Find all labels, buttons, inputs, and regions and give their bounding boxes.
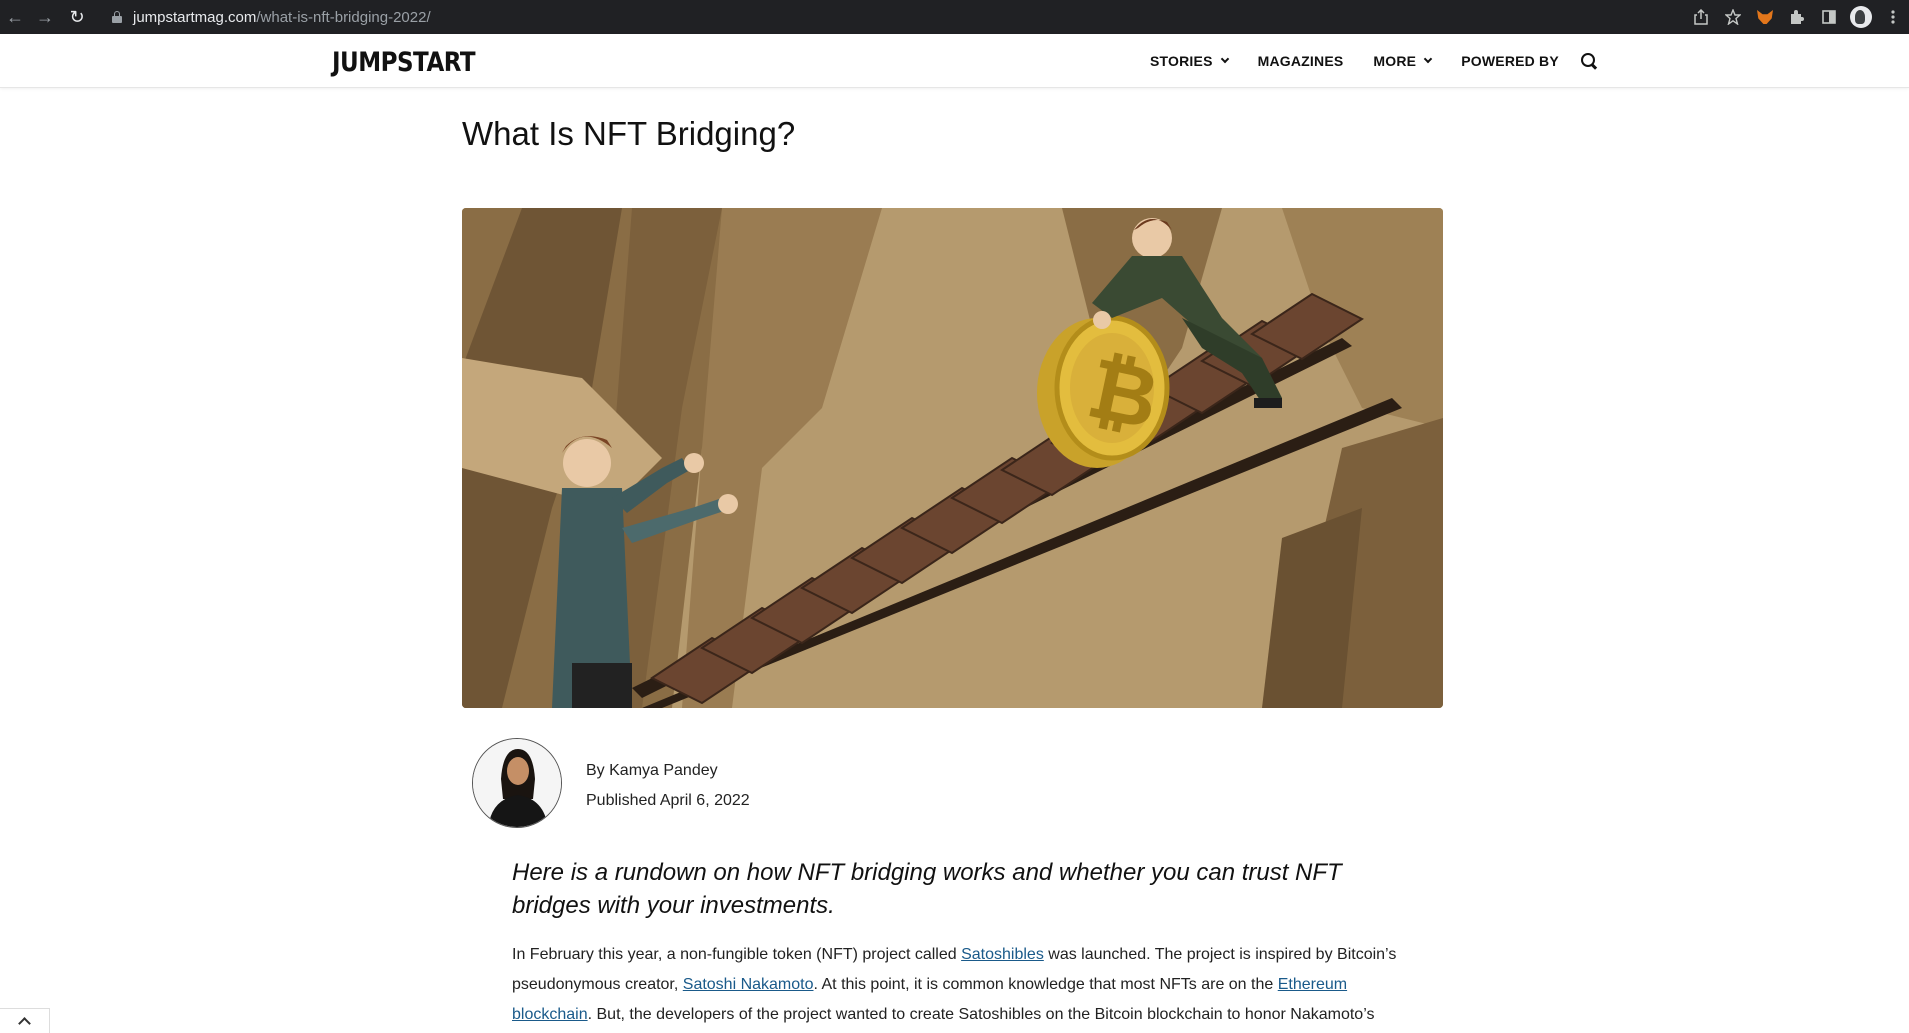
link-satoshi-nakamoto[interactable]: Satoshi Nakamoto: [683, 976, 814, 993]
forward-icon[interactable]: →: [30, 0, 60, 34]
nav-magazines-label: MAGAZINES: [1257, 53, 1344, 69]
site-logo[interactable]: JUMPSTART: [332, 48, 476, 78]
article-lede: Here is a rundown on how NFT bridging wo…: [512, 859, 1342, 919]
nav-stories-label: STORIES: [1150, 53, 1213, 69]
paragraph-text: . At this point, it is common knowledge …: [813, 976, 1278, 993]
author-name[interactable]: By Kamya Pandey: [586, 756, 986, 786]
hero-image: ₿: [462, 208, 1443, 708]
url-path: /what-is-nft-bridging-2022/: [256, 8, 431, 26]
back-icon[interactable]: ←: [0, 0, 30, 34]
menu-icon[interactable]: [1877, 0, 1909, 34]
main-nav: STORIES MAGAZINES MORE POWERED BY: [1150, 34, 1597, 88]
chevron-down-icon: [1220, 54, 1229, 64]
link-satoshibles[interactable]: Satoshibles: [961, 946, 1044, 963]
nav-more[interactable]: MORE: [1373, 53, 1433, 69]
paragraph-text: In February this year, a non-fungible to…: [512, 946, 962, 963]
bridge-illustration: ₿: [462, 208, 1443, 708]
chevron-down-icon: [1423, 54, 1433, 64]
profile-icon[interactable]: [1845, 0, 1877, 34]
sidepanel-icon[interactable]: [1813, 0, 1845, 34]
published-date: Published April 6, 2022: [586, 792, 750, 809]
chevron-up-icon: [18, 1017, 31, 1030]
nav-powered-by[interactable]: POWERED BY: [1461, 53, 1559, 69]
author-block: By Kamya Pandey Published April 6, 2022: [472, 738, 750, 828]
search-icon[interactable]: [1580, 53, 1597, 69]
url-host: jumpstartmag.com: [133, 8, 257, 26]
lock-icon[interactable]: [112, 11, 122, 23]
nav-more-label: MORE: [1373, 53, 1417, 69]
nav-stories[interactable]: STORIES: [1150, 53, 1229, 69]
reload-icon[interactable]: ↻: [62, 0, 92, 34]
article-paragraph: In February this year, a non-fungible to…: [512, 940, 1412, 1030]
scroll-to-top-button[interactable]: [0, 1008, 50, 1033]
article-title: What Is NFT Bridging?: [462, 115, 796, 152]
author-avatar[interactable]: [472, 738, 562, 828]
star-icon[interactable]: [1717, 0, 1749, 34]
extensions-icon[interactable]: [1781, 0, 1813, 34]
share-icon[interactable]: [1685, 0, 1717, 34]
address-bar[interactable]: jumpstartmag.com/what-is-nft-bridging-20…: [98, 2, 1776, 32]
paragraph-text: . But, the developers of the project wan…: [587, 1006, 1375, 1023]
metamask-icon[interactable]: [1749, 0, 1781, 34]
browser-toolbar: ← → ↻ jumpstartmag.com/what-is-nft-bridg…: [0, 0, 1909, 34]
nav-magazines[interactable]: MAGAZINES: [1258, 53, 1344, 69]
nav-powered-by-label: POWERED BY: [1461, 53, 1559, 69]
site-header: JUMPSTART STORIES MAGAZINES MORE POWERED…: [0, 34, 1909, 88]
